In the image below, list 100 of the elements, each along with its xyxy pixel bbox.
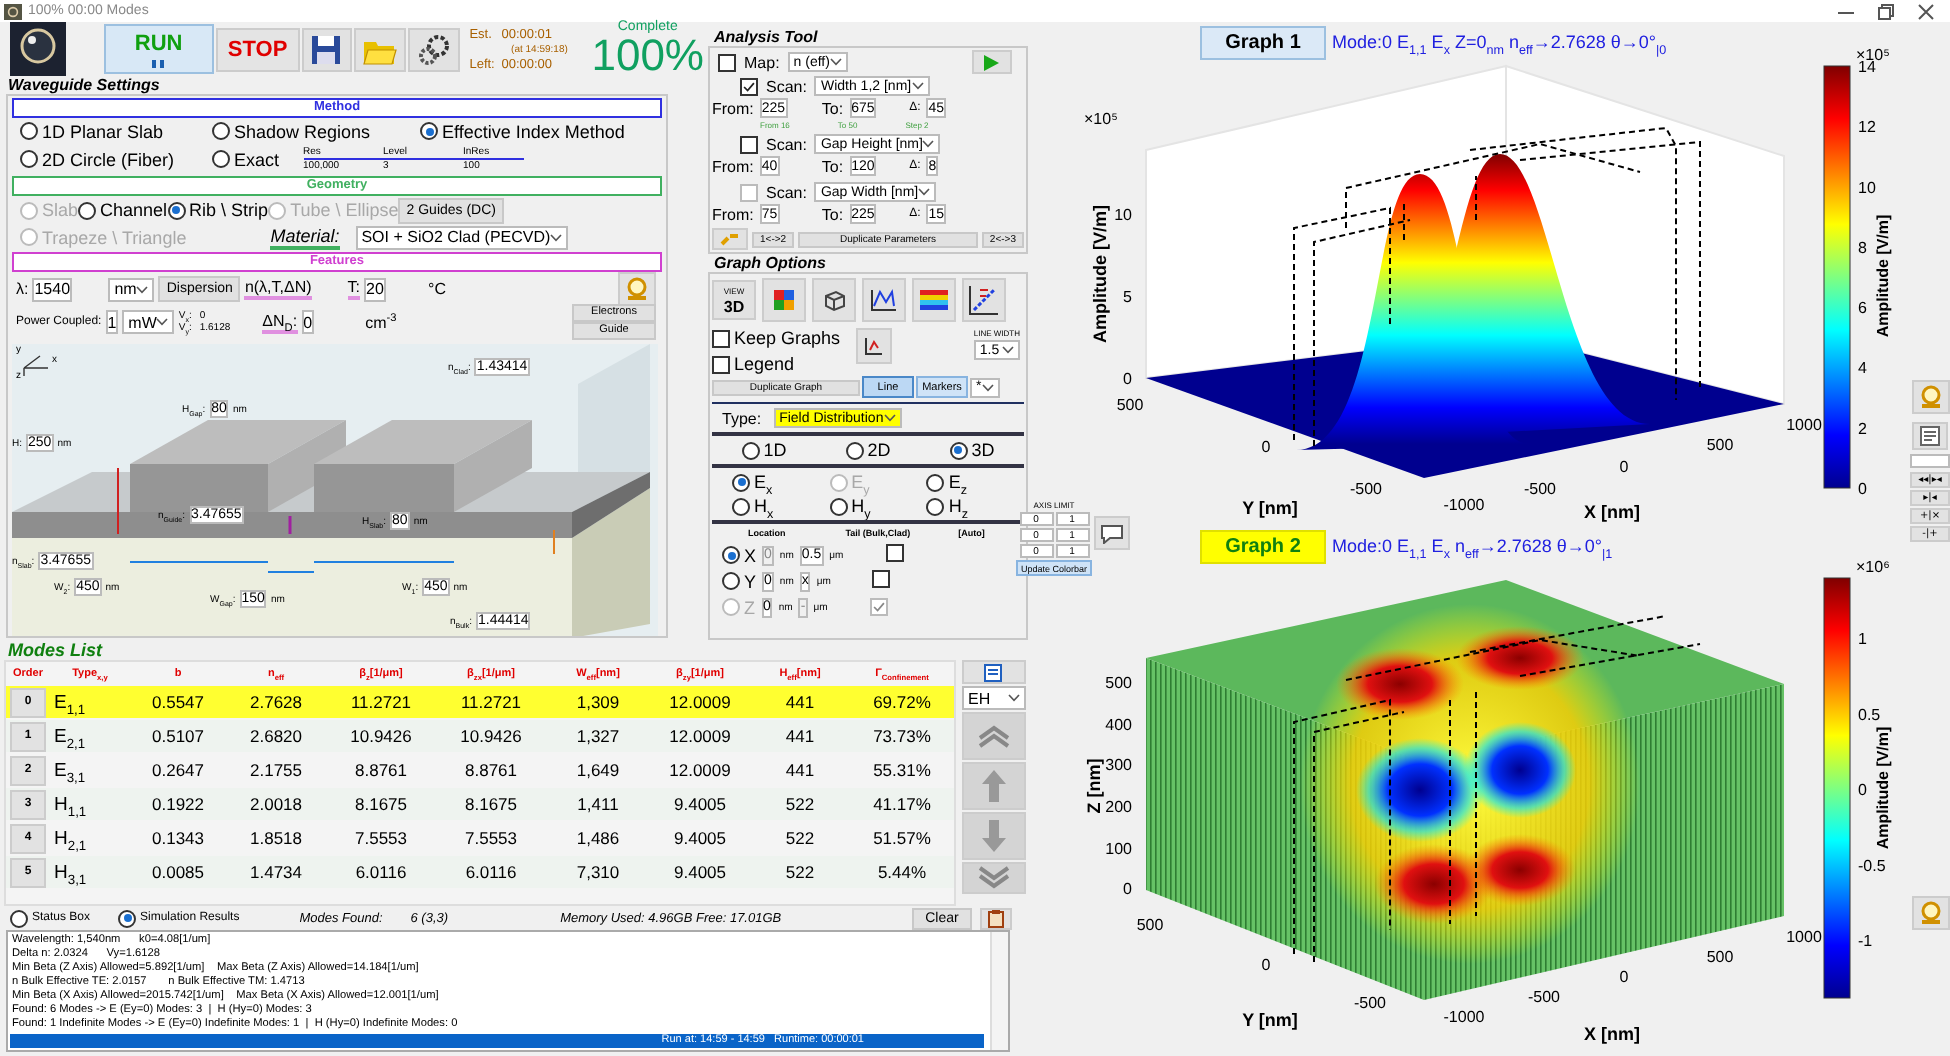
- table-cell-text: 0.5547: [150, 692, 206, 712]
- radio-label: Shadow Regions: [234, 121, 371, 142]
- checkbox[interactable]: [712, 355, 730, 373]
- axis-label: Y [nm]: [1242, 1010, 1298, 1030]
- radio-button[interactable]: [420, 122, 438, 141]
- arrow-down-icon: [980, 818, 1008, 854]
- checkbox-label: Legend: [734, 354, 795, 374]
- export-button[interactable]: [962, 660, 1026, 684]
- table-cell-text: H$_{2,1}$: [52, 827, 89, 849]
- settings-button[interactable]: [408, 27, 460, 71]
- radio-button[interactable]: [926, 497, 945, 515]
- radio-label: 1D: [763, 440, 787, 460]
- tick-label: -500: [1354, 994, 1386, 1012]
- table-cell-text: 0.5107: [150, 726, 206, 746]
- table-cell-text: 73.73%: [871, 726, 933, 746]
- radio-button[interactable]: [949, 441, 968, 459]
- caret-icon: [981, 383, 994, 391]
- clipboard-button[interactable]: [980, 907, 1012, 929]
- stop-button[interactable]: STOP: [216, 27, 300, 71]
- color-squares-icon: [774, 290, 794, 310]
- table-cell-text: 12.0009: [667, 760, 733, 780]
- checkbox[interactable]: [740, 135, 758, 153]
- doping-field[interactable]: 0: [301, 310, 315, 335]
- save-button[interactable]: [301, 27, 353, 71]
- table-cell-text: H$_{1,1}$: [52, 793, 89, 815]
- radio-button[interactable]: [926, 473, 945, 491]
- restore-icon[interactable]: [1878, 3, 1894, 19]
- table-cell-text: 441: [783, 692, 817, 712]
- scrollbar[interactable]: [990, 932, 1008, 1050]
- radio-button[interactable]: [732, 497, 750, 515]
- graph-tab[interactable]: Graph 1: [1200, 25, 1326, 59]
- chat-button[interactable]: [1094, 516, 1130, 550]
- scan-label: Scan:: [766, 183, 807, 201]
- table-cell-text: 8.1675: [463, 794, 519, 814]
- unit-dropdown[interactable]: nm: [108, 277, 155, 302]
- tick-label: 0: [1123, 370, 1132, 388]
- table-cell-text: 2.0018: [248, 794, 304, 814]
- table-cell-text: 51.57%: [871, 828, 933, 848]
- material-dropdown[interactable]: SOI + SiO2 Clad (PECVD): [355, 225, 569, 250]
- colorbar-button[interactable]: [912, 278, 956, 322]
- table-cell-text: 1.4734: [248, 862, 304, 882]
- radio-button[interactable]: [78, 201, 97, 220]
- table-cell-text: 9.4005: [672, 794, 728, 814]
- field-dropdown[interactable]: EH: [962, 686, 1026, 710]
- axes-button[interactable]: [856, 328, 892, 364]
- graph-tab[interactable]: Graph 2: [1200, 529, 1326, 563]
- checkbox[interactable]: [872, 570, 891, 588]
- radio-button[interactable]: [212, 122, 230, 141]
- document-icon: [984, 663, 1004, 681]
- radio-button[interactable]: [20, 122, 38, 141]
- checkbox[interactable]: [718, 53, 736, 71]
- checkbox[interactable]: [885, 544, 904, 562]
- close-icon[interactable]: [1918, 3, 1934, 19]
- radio-button[interactable]: [722, 572, 740, 590]
- unit-dropdown[interactable]: mW: [122, 310, 175, 335]
- radio-button[interactable]: [741, 441, 760, 459]
- tick-label: 0: [1261, 956, 1271, 974]
- to-label: To:: [821, 157, 844, 175]
- from-label: From:: [712, 157, 754, 175]
- app-icon: [4, 3, 22, 19]
- axis-label: X [nm]: [1584, 502, 1640, 522]
- radio-button[interactable]: [212, 150, 230, 169]
- table-cell-text: E$_{2,1}$: [52, 725, 88, 747]
- checkbox[interactable]: [712, 329, 730, 347]
- radio-button[interactable]: [722, 546, 740, 564]
- tick-label: 1000: [1786, 928, 1822, 946]
- colormap-button[interactable]: [762, 278, 806, 322]
- table-cell-text: 522: [783, 862, 817, 882]
- plot-button[interactable]: [862, 278, 906, 322]
- radio-label: E$_{z}$: [948, 472, 967, 492]
- table-cell-text: 1.8518: [248, 828, 304, 848]
- legend-button[interactable]: [1912, 422, 1948, 450]
- radio-button[interactable]: [10, 909, 28, 927]
- tick-label: 0: [1858, 781, 1867, 799]
- radio-button[interactable]: [732, 473, 750, 491]
- tick-label: 0: [1858, 480, 1867, 498]
- table-cell-text: 12.0009: [667, 726, 733, 746]
- temperature-field[interactable]: 20: [364, 277, 386, 302]
- fit-button[interactable]: [962, 278, 1006, 322]
- play-button[interactable]: [971, 50, 1012, 74]
- radio-button[interactable]: [167, 201, 186, 220]
- radio-button[interactable]: [845, 441, 864, 459]
- tick-label: -500: [1528, 988, 1560, 1006]
- wavelength-field[interactable]: 1540: [32, 277, 73, 302]
- table-cell-text: 12.0009: [667, 692, 733, 712]
- power-field[interactable]: 1: [105, 310, 119, 335]
- tick-label: 500: [1706, 948, 1734, 966]
- rotate-button[interactable]: [812, 278, 856, 322]
- tick-label: 12: [1858, 118, 1876, 137]
- caret-icon: [829, 58, 842, 66]
- magnifier-icon: [1917, 384, 1943, 410]
- table-cell-text: 1,411: [575, 794, 621, 814]
- checkbox[interactable]: [740, 77, 758, 95]
- table-cell-text: 7.5553: [463, 828, 519, 848]
- table-cell-text: 8.8761: [463, 760, 519, 780]
- radio-button[interactable]: [118, 909, 137, 927]
- line-chart-icon: [870, 288, 898, 312]
- value-field[interactable]: [1910, 454, 1950, 468]
- radio-button[interactable]: [20, 150, 38, 169]
- radio-button[interactable]: [829, 497, 848, 515]
